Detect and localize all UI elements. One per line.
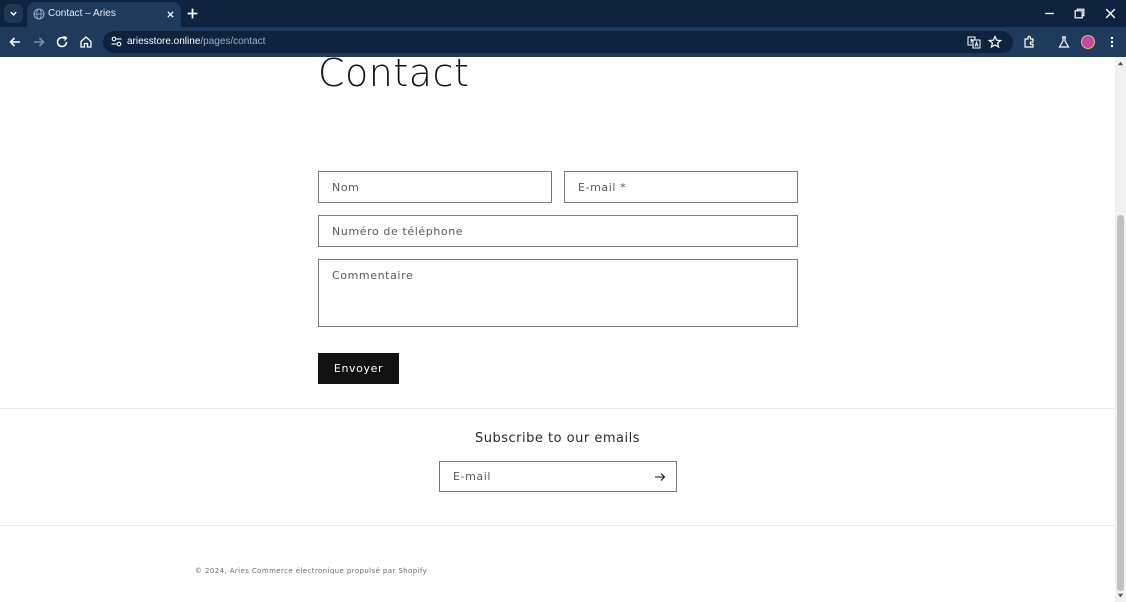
reload-icon[interactable]: [55, 35, 69, 49]
avatar[interactable]: [1081, 35, 1095, 49]
extensions-icon[interactable]: [1022, 35, 1036, 49]
section-divider: [0, 408, 1115, 409]
home-icon[interactable]: [79, 35, 93, 49]
url-path: /pages/contact: [200, 36, 266, 47]
newsletter-email-placeholder: E-mail: [453, 470, 492, 483]
tab-title: Contact – Aries: [48, 8, 116, 19]
translate-icon[interactable]: [967, 35, 981, 49]
comment-field[interactable]: Commentaire: [318, 259, 798, 327]
plus-icon[interactable]: [186, 7, 199, 20]
page-title: Contact: [318, 57, 470, 95]
url-text: ariesstore.online/pages/contact: [127, 36, 265, 47]
star-icon[interactable]: [988, 35, 1002, 49]
globe-icon: [33, 8, 45, 20]
scrollbar[interactable]: [1115, 57, 1126, 602]
newsletter-title: Subscribe to our emails: [475, 431, 640, 446]
tab-contact[interactable]: Contact – Aries: [27, 2, 181, 27]
phone-field-placeholder: Numéro de téléphone: [332, 225, 464, 238]
page-viewport: Contact Nom E-mail * Numéro de téléphone…: [0, 57, 1115, 602]
name-field[interactable]: Nom: [318, 171, 552, 203]
tab-bar: Contact – Aries: [0, 0, 1126, 27]
tab-search-button[interactable]: [4, 4, 23, 23]
email-field[interactable]: E-mail *: [564, 171, 798, 203]
submit-button[interactable]: Envoyer: [318, 353, 399, 384]
footer-divider: [0, 525, 1115, 526]
forward-icon[interactable]: [32, 35, 46, 49]
comment-field-placeholder: Commentaire: [332, 269, 414, 282]
scroll-up-icon[interactable]: [1117, 60, 1124, 67]
chevron-down-icon: [10, 11, 17, 16]
newsletter-email-field[interactable]: E-mail: [439, 461, 677, 492]
scrollbar-thumb[interactable]: [1117, 215, 1124, 591]
back-icon[interactable]: [8, 35, 22, 49]
site-settings-icon[interactable]: [110, 35, 123, 48]
restore-icon[interactable]: [1073, 7, 1086, 20]
email-field-placeholder: E-mail *: [578, 181, 627, 194]
address-bar[interactable]: ariesstore.online/pages/contact: [103, 31, 1013, 53]
url-domain: ariesstore.online: [127, 36, 201, 47]
close-window-icon[interactable]: [1104, 7, 1117, 20]
phone-field[interactable]: Numéro de téléphone: [318, 215, 798, 247]
arrow-right-icon[interactable]: [654, 471, 666, 483]
footer-copyright: © 2024, Aries Commerce électronique prop…: [195, 567, 428, 575]
minimize-icon[interactable]: [1043, 7, 1056, 20]
menu-icon[interactable]: [1105, 35, 1119, 49]
close-icon: [166, 10, 174, 18]
tab-close-button[interactable]: [164, 8, 176, 20]
name-field-placeholder: Nom: [332, 181, 360, 194]
scroll-down-icon[interactable]: [1117, 592, 1124, 599]
labs-icon[interactable]: [1057, 35, 1071, 49]
